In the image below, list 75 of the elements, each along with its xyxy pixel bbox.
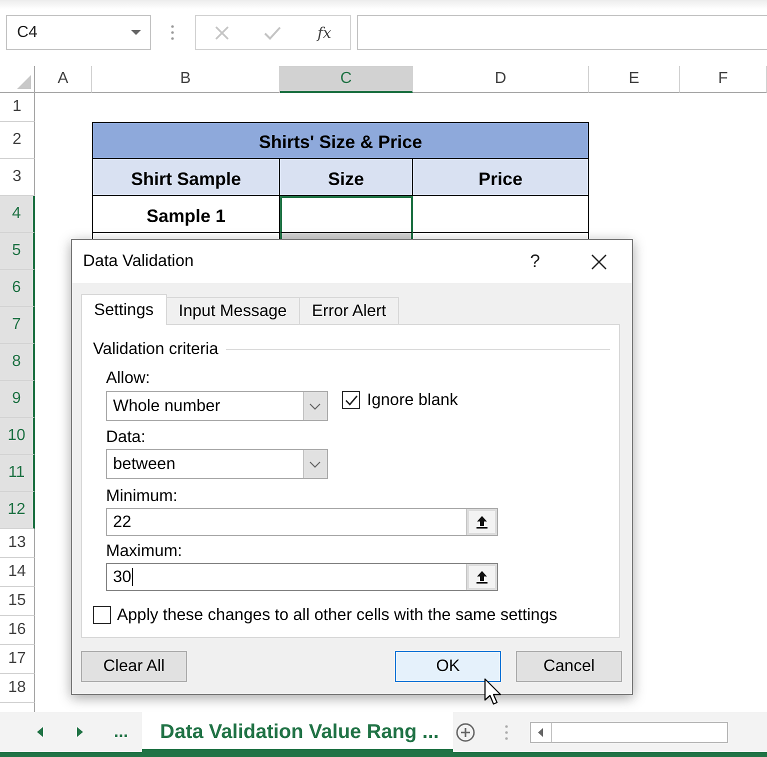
row-header[interactable]: 6	[0, 270, 35, 307]
row-header[interactable]: 11	[0, 455, 35, 492]
dialog-tab[interactable]: Error Alert	[300, 297, 400, 324]
row-header[interactable]: 16	[0, 616, 35, 645]
column-header[interactable]: B	[92, 66, 280, 93]
checkbox-label: Apply these changes to all other cells with the same settings	[117, 606, 558, 624]
dialog-button[interactable]: Cancel	[516, 651, 622, 682]
table-header-cell: Price	[413, 159, 589, 196]
row-header[interactable]: 10	[0, 418, 35, 455]
input-field[interactable]: 22	[106, 508, 498, 536]
chevron-down-icon[interactable]	[303, 450, 327, 478]
arrow-up-bar-icon	[476, 515, 488, 529]
checkbox[interactable]	[93, 606, 111, 624]
range-select-button[interactable]	[466, 509, 497, 535]
row-header[interactable]: 17	[0, 645, 35, 674]
checkbox[interactable]	[342, 391, 360, 409]
active-cell[interactable]	[280, 196, 413, 233]
check-icon	[344, 394, 358, 406]
dialog-tab[interactable]: Input Message	[166, 297, 300, 324]
range-select-button[interactable]	[466, 564, 497, 590]
formula-field[interactable]	[357, 15, 767, 50]
table-cell[interactable]: Sample 1	[92, 196, 280, 233]
row-header[interactable]: 2	[0, 122, 35, 159]
text-cursor-icon	[132, 568, 134, 586]
row-header[interactable]: 18	[0, 674, 35, 703]
dialog-title: Data Validation	[83, 252, 195, 271]
row-header[interactable]: 8	[0, 344, 35, 381]
plus-circle-icon[interactable]	[456, 722, 475, 742]
table-header-cell: Shirt Sample	[92, 159, 280, 196]
insert-function-button[interactable]: fx	[315, 24, 334, 42]
group-label: Validation criteria	[93, 340, 218, 358]
mouse-pointer-icon	[484, 678, 503, 706]
vertical-dots-icon[interactable]	[504, 724, 508, 740]
help-button[interactable]: ?	[520, 246, 550, 276]
column-header[interactable]: E	[589, 66, 680, 93]
row-header[interactable]: 12	[0, 492, 35, 529]
table-title: Shirts' Size & Price	[92, 122, 589, 159]
row-header[interactable]: 1	[0, 93, 35, 122]
dialog-tab[interactable]: Settings	[81, 294, 167, 325]
more-sheets-button[interactable]: ...	[100, 717, 142, 747]
row-header[interactable]: 4	[0, 196, 35, 233]
field-label: Minimum:	[106, 487, 178, 505]
column-header[interactable]: F	[680, 66, 767, 93]
chevron-down-icon[interactable]	[303, 392, 327, 420]
field-label: Data:	[106, 428, 146, 446]
arrow-up-bar-icon	[476, 570, 488, 584]
row-header[interactable]: 9	[0, 381, 35, 418]
field-label: Allow:	[106, 369, 150, 387]
column-header[interactable]: A	[35, 66, 92, 93]
row-header[interactable]: 3	[0, 159, 35, 196]
data-dropdown[interactable]: between	[106, 449, 328, 479]
table-cell[interactable]	[413, 196, 589, 233]
triangle-left-icon	[37, 727, 43, 737]
horizontal-scrollbar[interactable]	[530, 722, 728, 742]
triangle-right-icon	[77, 727, 83, 737]
row-header[interactable]: 7	[0, 307, 35, 344]
table-header-cell: Size	[280, 159, 413, 196]
column-header[interactable]: D	[413, 66, 589, 93]
column-header[interactable]: C	[280, 66, 413, 93]
input-field[interactable]: 30	[106, 563, 498, 591]
close-icon[interactable]	[591, 254, 607, 270]
row-header[interactable]: 14	[0, 558, 35, 587]
vertical-dots-icon	[171, 25, 174, 40]
checkbox-label: Ignore blank	[367, 390, 458, 410]
row-header[interactable]: 13	[0, 529, 35, 558]
triangle-left-icon[interactable]	[538, 728, 544, 736]
row-header[interactable]: 5	[0, 233, 35, 270]
caret-down-icon[interactable]	[131, 30, 141, 35]
dialog-button[interactable]: OK	[395, 651, 501, 682]
field-label: Maximum:	[106, 542, 182, 560]
allow-dropdown[interactable]: Whole number	[106, 391, 328, 421]
row-header[interactable]: 15	[0, 587, 35, 616]
dialog-button[interactable]: Clear All	[81, 651, 187, 682]
sheet-tab[interactable]: Data Validation Value Rang ...	[142, 712, 453, 752]
name-box[interactable]: C4	[6, 15, 151, 50]
